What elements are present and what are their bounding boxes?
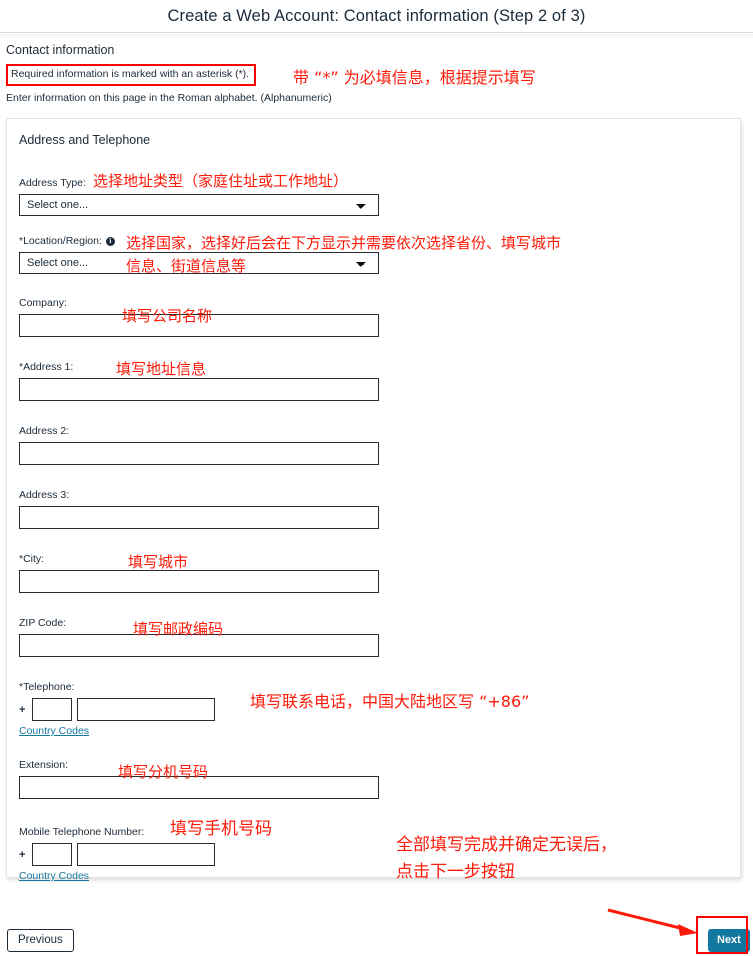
mobile-plus-sign: + <box>19 848 26 861</box>
page-header: Create a Web Account: Contact informatio… <box>0 0 753 33</box>
label-address2: Address 2: <box>19 425 70 437</box>
input-extension[interactable] <box>19 776 379 799</box>
required-note-highlight-box: Required information is marked with an a… <box>6 64 257 86</box>
address-telephone-card: Address and Telephone Address Type: Sele… <box>6 118 741 882</box>
field-zip-code: ZIP Code: <box>19 617 379 657</box>
label-address3: Address 3: <box>19 489 70 501</box>
select-location-region[interactable]: Select one... <box>19 252 379 274</box>
input-telephone-country-code[interactable] <box>32 698 72 721</box>
info-icon[interactable]: i <box>105 237 115 246</box>
label-address1: *Address 1: <box>19 361 74 373</box>
field-telephone: *Telephone: + Country Codes <box>19 681 215 739</box>
field-company: Company: <box>19 297 379 337</box>
label-mobile-telephone: Mobile Telephone Number: <box>19 826 145 838</box>
field-extension: Extension: <box>19 759 379 799</box>
header-shadow <box>0 34 753 38</box>
label-telephone: *Telephone: <box>19 681 75 693</box>
label-location-region-text: *Location/Region: <box>19 235 102 247</box>
label-location-region: *Location/Region: i <box>19 235 379 248</box>
field-mobile-telephone: Mobile Telephone Number: + Country Codes <box>19 826 215 884</box>
input-zip-code[interactable] <box>19 634 379 657</box>
field-address-type: Address Type: Select one... <box>19 177 379 216</box>
input-mobile-country-code[interactable] <box>32 843 72 866</box>
select-address-type[interactable]: Select one... <box>19 194 379 216</box>
input-city[interactable] <box>19 570 379 593</box>
input-address3[interactable] <box>19 506 379 529</box>
telephone-row: + <box>19 698 215 721</box>
input-address2[interactable] <box>19 442 379 465</box>
field-address3: Address 3: <box>19 489 379 529</box>
field-address1: *Address 1: <box>19 361 379 401</box>
intro-block: Contact information Required information… <box>6 42 606 105</box>
page-root: Create a Web Account: Contact informatio… <box>0 0 753 956</box>
link-country-codes-mobile[interactable]: Country Codes <box>19 870 89 882</box>
next-button[interactable]: Next <box>708 929 750 952</box>
previous-button[interactable]: Previous <box>7 929 74 952</box>
label-extension: Extension: <box>19 759 69 771</box>
required-note: Required information is marked with an a… <box>11 68 250 80</box>
page-title: Create a Web Account: Contact informatio… <box>167 6 586 25</box>
mobile-telephone-row: + <box>19 843 215 866</box>
roman-alphabet-note: Enter information on this page in the Ro… <box>6 92 332 104</box>
annotation-arrow-next <box>607 908 698 936</box>
input-address1[interactable] <box>19 378 379 401</box>
input-telephone-number[interactable] <box>77 698 215 721</box>
label-city: *City: <box>19 553 45 565</box>
label-company: Company: <box>19 297 67 309</box>
field-address2: Address 2: <box>19 425 379 465</box>
link-country-codes-telephone[interactable]: Country Codes <box>19 725 89 737</box>
label-zip-code: ZIP Code: <box>19 617 67 629</box>
input-mobile-number[interactable] <box>77 843 215 866</box>
telephone-plus-sign: + <box>19 703 26 716</box>
input-company[interactable] <box>19 314 379 337</box>
label-address-type: Address Type: <box>19 177 86 189</box>
section-title: Contact information <box>6 43 115 57</box>
field-city: *City: <box>19 553 379 593</box>
card-title: Address and Telephone <box>19 133 151 147</box>
field-location-region: *Location/Region: i Select one... <box>19 235 379 274</box>
